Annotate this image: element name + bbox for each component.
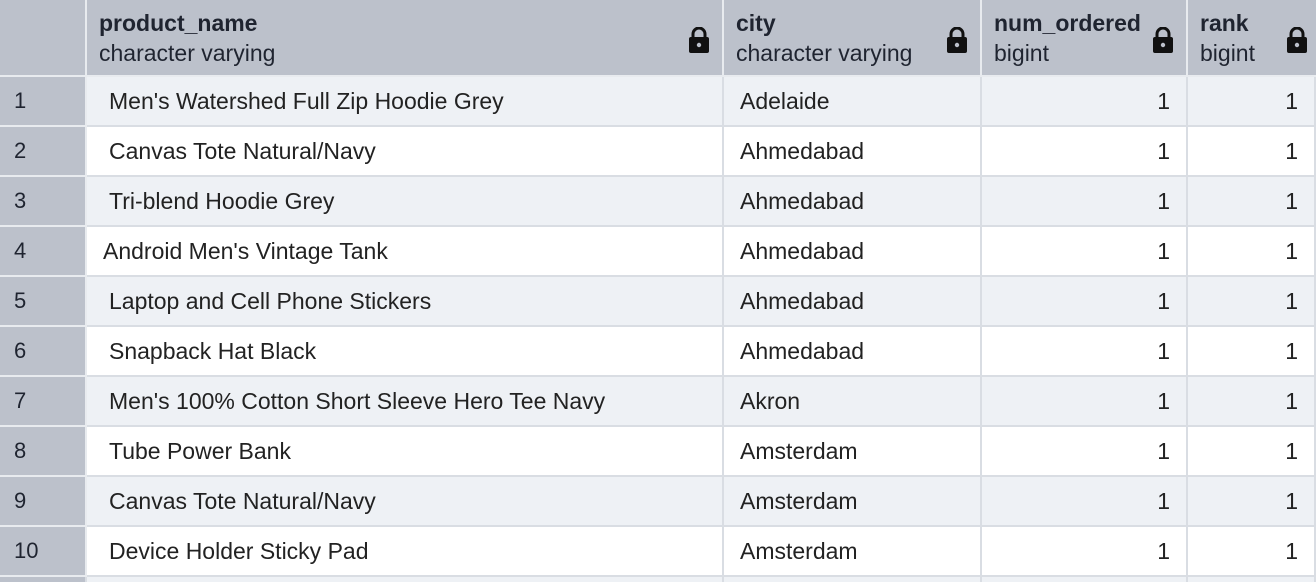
cell-product-name[interactable]: Tri-blend Hoodie Grey bbox=[87, 177, 724, 227]
cell-city[interactable]: Ahmedabad bbox=[724, 177, 982, 227]
cell-rank[interactable]: 1 bbox=[1188, 127, 1316, 177]
cell-product-name[interactable]: Men's Watershed Full Zip Hoodie Grey bbox=[87, 77, 724, 127]
cell-product-name[interactable]: Canvas Tote Natural/Navy bbox=[87, 477, 724, 527]
cell-city[interactable]: Amsterdam bbox=[724, 477, 982, 527]
row-number[interactable]: 5 bbox=[0, 277, 87, 327]
cell-city[interactable]: Ahmedabad bbox=[724, 127, 982, 177]
cell-product-name[interactable]: Canvas Tote Natural/Navy bbox=[87, 127, 724, 177]
cell-product-name[interactable]: Tube Power Bank bbox=[87, 427, 724, 477]
cell-num-ordered[interactable]: 1 bbox=[982, 377, 1188, 427]
cell-city[interactable]: Amsterdam bbox=[724, 527, 982, 577]
cell-rank[interactable]: 1 bbox=[1188, 377, 1316, 427]
row-number[interactable]: 3 bbox=[0, 177, 87, 227]
cell-num-ordered[interactable]: 1 bbox=[982, 227, 1188, 277]
row-number[interactable]: 6 bbox=[0, 327, 87, 377]
row-partial bbox=[724, 577, 982, 582]
lock-icon bbox=[689, 27, 709, 53]
cell-city[interactable]: Ahmedabad bbox=[724, 227, 982, 277]
row-number[interactable]: 9 bbox=[0, 477, 87, 527]
cell-rank[interactable]: 1 bbox=[1188, 527, 1316, 577]
lock-icon bbox=[1287, 27, 1307, 53]
cell-product-name[interactable]: Snapback Hat Black bbox=[87, 327, 724, 377]
cell-city[interactable]: Ahmedabad bbox=[724, 277, 982, 327]
row-partial bbox=[1188, 577, 1316, 582]
cell-num-ordered[interactable]: 1 bbox=[982, 77, 1188, 127]
cell-rank[interactable]: 1 bbox=[1188, 277, 1316, 327]
cell-num-ordered[interactable]: 1 bbox=[982, 477, 1188, 527]
row-partial bbox=[982, 577, 1188, 582]
row-number[interactable]: 2 bbox=[0, 127, 87, 177]
cell-product-name[interactable]: Device Holder Sticky Pad bbox=[87, 527, 724, 577]
cell-product-name[interactable]: Men's 100% Cotton Short Sleeve Hero Tee … bbox=[87, 377, 724, 427]
column-name: product_name bbox=[99, 9, 258, 36]
cell-rank[interactable]: 1 bbox=[1188, 327, 1316, 377]
cell-city[interactable]: Adelaide bbox=[724, 77, 982, 127]
cell-rank[interactable]: 1 bbox=[1188, 177, 1316, 227]
cell-rank[interactable]: 1 bbox=[1188, 427, 1316, 477]
row-number[interactable]: 8 bbox=[0, 427, 87, 477]
column-header-rank[interactable]: rank bigint bbox=[1188, 0, 1316, 77]
row-number[interactable]: 10 bbox=[0, 527, 87, 577]
cell-product-name[interactable]: Laptop and Cell Phone Stickers bbox=[87, 277, 724, 327]
column-header-city[interactable]: city character varying bbox=[724, 0, 982, 77]
cell-city[interactable]: Amsterdam bbox=[724, 427, 982, 477]
cell-rank[interactable]: 1 bbox=[1188, 77, 1316, 127]
row-partial bbox=[87, 577, 724, 582]
column-header-product-name[interactable]: product_name character varying bbox=[87, 0, 724, 77]
cell-num-ordered[interactable]: 1 bbox=[982, 527, 1188, 577]
cell-num-ordered[interactable]: 1 bbox=[982, 177, 1188, 227]
lock-icon bbox=[947, 27, 967, 53]
row-number[interactable]: 7 bbox=[0, 377, 87, 427]
column-header-num-ordered[interactable]: num_ordered bigint bbox=[982, 0, 1188, 77]
lock-icon bbox=[1153, 27, 1173, 53]
column-type: character varying bbox=[99, 39, 276, 66]
row-number[interactable]: 4 bbox=[0, 227, 87, 277]
cell-num-ordered[interactable]: 1 bbox=[982, 277, 1188, 327]
results-grid: product_name character varying city char… bbox=[0, 0, 1316, 582]
cell-city[interactable]: Akron bbox=[724, 377, 982, 427]
column-type: character varying bbox=[736, 39, 913, 66]
column-name: city bbox=[736, 9, 776, 36]
cell-rank[interactable]: 1 bbox=[1188, 477, 1316, 527]
cell-rank[interactable]: 1 bbox=[1188, 227, 1316, 277]
row-number-partial bbox=[0, 577, 87, 582]
row-number[interactable]: 1 bbox=[0, 77, 87, 127]
cell-num-ordered[interactable]: 1 bbox=[982, 427, 1188, 477]
cell-num-ordered[interactable]: 1 bbox=[982, 127, 1188, 177]
cell-num-ordered[interactable]: 1 bbox=[982, 327, 1188, 377]
cell-city[interactable]: Ahmedabad bbox=[724, 327, 982, 377]
grid-corner[interactable] bbox=[0, 0, 87, 77]
cell-product-name[interactable]: Android Men's Vintage Tank bbox=[87, 227, 724, 277]
